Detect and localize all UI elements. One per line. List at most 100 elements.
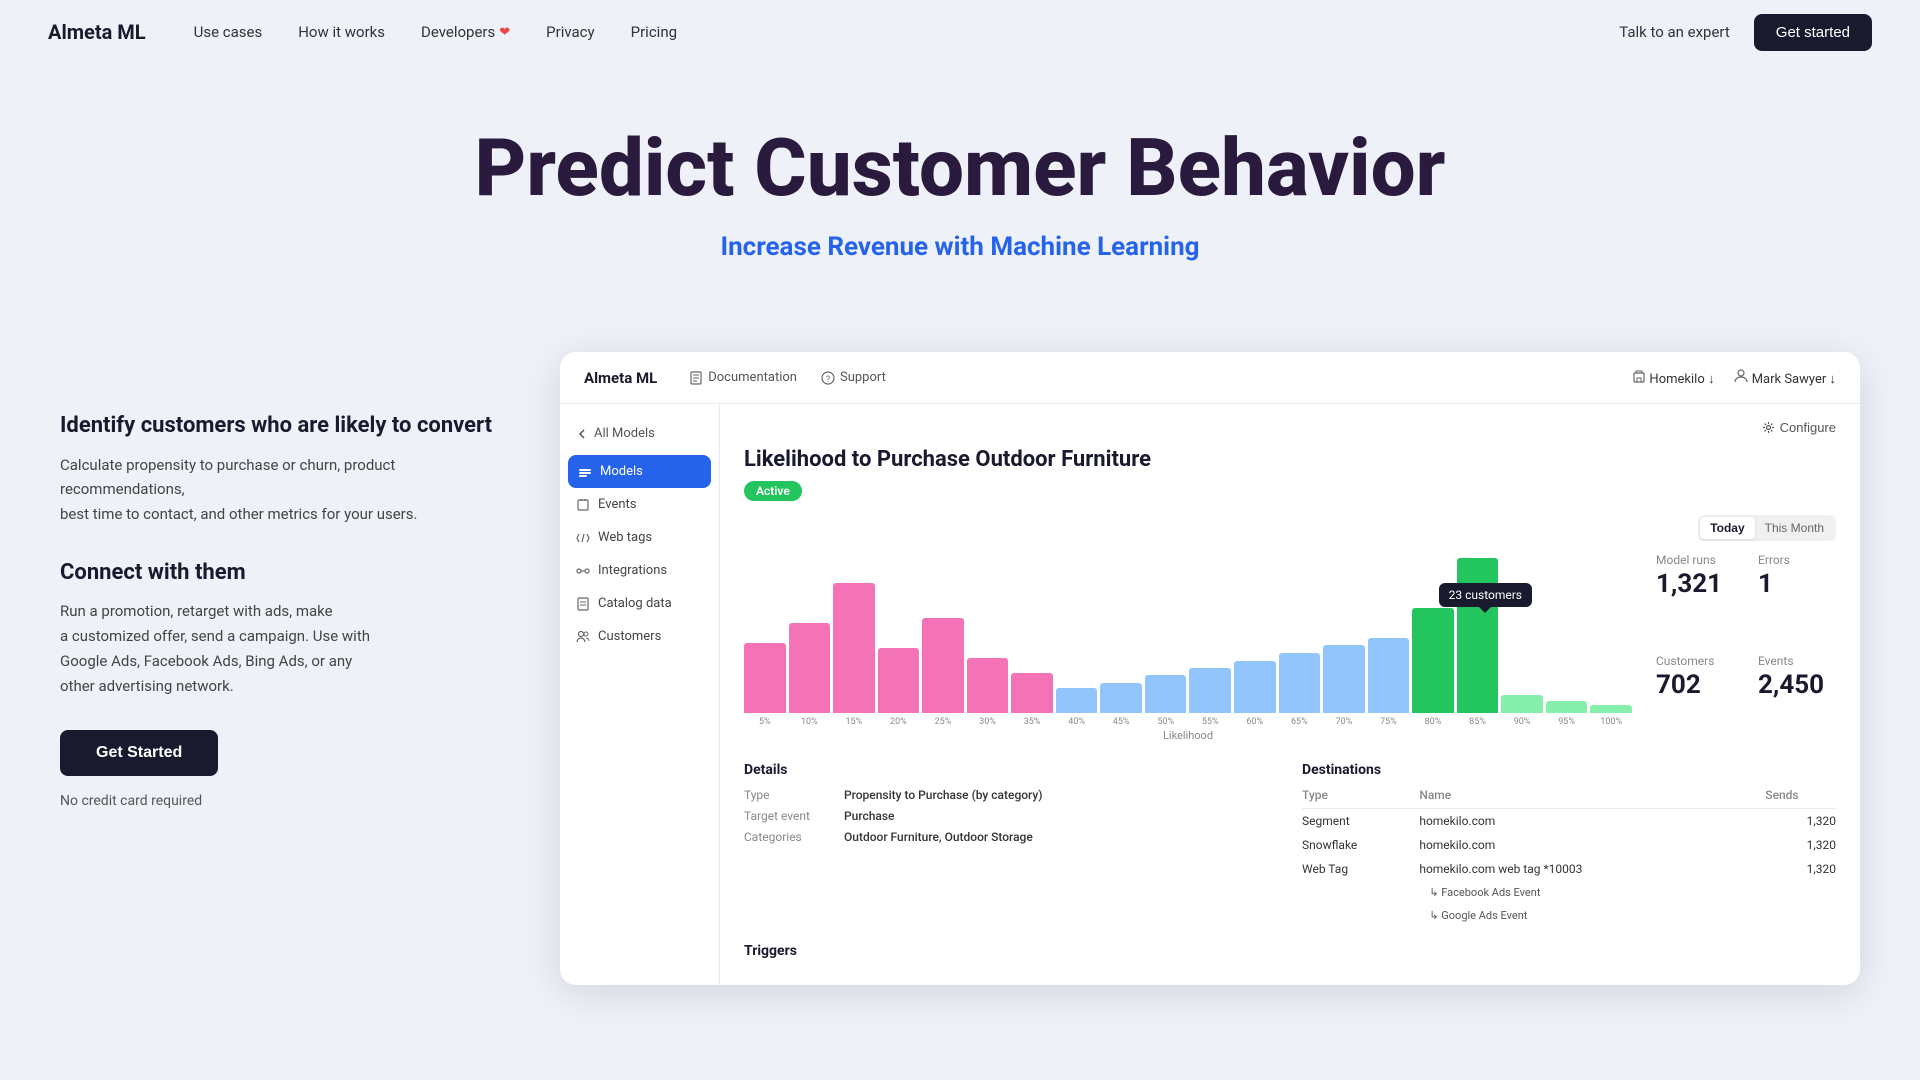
destinations-section: Destinations TypeNameSends Segmenthomeki…: [1302, 762, 1836, 927]
x-label: 80%: [1412, 717, 1454, 727]
nav-link-pricing[interactable]: Pricing: [631, 23, 677, 41]
support-icon: ?: [821, 371, 835, 385]
catalog-icon: [576, 597, 590, 611]
get-started-button[interactable]: Get Started: [60, 730, 218, 776]
stat-value: 702: [1656, 670, 1734, 700]
detail-key: Target event: [744, 809, 844, 823]
x-axis-title: Likelihood: [744, 729, 1632, 742]
nav-get-started-button[interactable]: Get started: [1754, 14, 1872, 51]
bar-light-green: [1546, 701, 1588, 713]
bar-blue: [1056, 688, 1098, 713]
destinations-heading: Destinations: [1302, 762, 1836, 778]
back-to-models[interactable]: All Models: [560, 420, 719, 455]
triggers-heading: Triggers: [744, 943, 1836, 959]
bar-blue: [1145, 675, 1187, 713]
dest-name: homekilo.com: [1419, 833, 1765, 857]
configure-button[interactable]: Configure: [1762, 420, 1836, 435]
x-label: 90%: [1501, 717, 1543, 727]
details-rows: TypePropensity to Purchase (by category)…: [744, 788, 1278, 844]
dest-type: Segment: [1302, 809, 1419, 834]
x-label: 35%: [1011, 717, 1053, 727]
bar-pink: [922, 618, 964, 713]
x-label: 75%: [1368, 717, 1410, 727]
nav-link-developers[interactable]: Developers ❤: [421, 23, 510, 41]
bar-blue: [1323, 645, 1365, 713]
details-heading: Details: [744, 762, 1278, 778]
app-nav-support[interactable]: ? Support: [821, 370, 886, 385]
app-nav-documentation[interactable]: Documentation: [689, 370, 797, 385]
table-row: Web Taghomekilo.com web tag *100031,320: [1302, 857, 1836, 881]
sidebar-item-web-tags[interactable]: Web tags: [560, 521, 719, 554]
nav-logo: Almeta ML: [48, 20, 146, 44]
app-nav-right: Homekilo ↓ Mark Sawyer ↓: [1632, 369, 1836, 387]
nav-link-use-cases[interactable]: Use cases: [194, 23, 263, 41]
chart-stats-section: 23 customers 5%10%15%20%25%30%35%40%45%5…: [744, 553, 1836, 742]
x-label: 55%: [1189, 717, 1231, 727]
sidebar-item-models[interactable]: Models: [568, 455, 711, 488]
x-label: 70%: [1323, 717, 1365, 727]
app-mockup: Almeta ML Documentation ? Support Homeki…: [560, 352, 1860, 985]
x-label: 85%: [1457, 717, 1499, 727]
stats-grid: Model runs 1,321 Errors1 Customers 702 Events…: [1656, 553, 1836, 742]
app-main-content: Configure Likelihood to Purchase Outdoor…: [720, 404, 1860, 985]
customers-icon: [576, 630, 590, 644]
bar-green: [1457, 558, 1499, 713]
navbar: Almeta ML Use cases How it works Develop…: [0, 0, 1920, 64]
homekilo-selector[interactable]: Homekilo ↓: [1632, 369, 1714, 387]
x-label: 5%: [744, 717, 786, 727]
dest-sends: 1,320: [1765, 809, 1836, 834]
detail-key: Categories: [744, 830, 844, 844]
x-label: 95%: [1546, 717, 1588, 727]
time-month-button[interactable]: This Month: [1755, 517, 1834, 539]
details-section: Details TypePropensity to Purchase (by c…: [744, 762, 1278, 927]
table-row: Segmenthomekilo.com1,320: [1302, 809, 1836, 834]
x-label: 20%: [878, 717, 920, 727]
bar-blue: [1100, 683, 1142, 713]
bar-blue: [1234, 661, 1276, 713]
bar-blue: [1368, 638, 1410, 713]
hero-section: Predict Customer Behavior Increase Reven…: [0, 64, 1920, 352]
table-row: ↳ Google Ads Event: [1302, 904, 1836, 927]
destinations-col-header: Name: [1419, 788, 1765, 809]
bar-light-green: [1590, 705, 1632, 713]
left-panel: Identify customers who are likely to con…: [60, 352, 520, 809]
dest-name: homekilo.com: [1419, 809, 1765, 834]
x-label: 10%: [789, 717, 831, 727]
user-selector[interactable]: Mark Sawyer ↓: [1734, 369, 1836, 387]
nav-link-privacy[interactable]: Privacy: [546, 23, 594, 41]
sidebar-item-events[interactable]: Events: [560, 488, 719, 521]
sidebar-item-customers[interactable]: Customers: [560, 620, 719, 653]
detail-value: Purchase: [844, 809, 894, 823]
talk-to-expert-link[interactable]: Talk to an expert: [1619, 23, 1730, 41]
bar-pink: [878, 648, 920, 713]
x-label: 50%: [1145, 717, 1187, 727]
stat-value: 1,321: [1656, 569, 1734, 599]
bar-chart-container: 23 customers 5%10%15%20%25%30%35%40%45%5…: [744, 553, 1632, 742]
stat-item: Errors1: [1758, 553, 1836, 642]
dest-sub-name: ↳ Facebook Ads Event: [1419, 881, 1765, 904]
stat-label: Model runs: [1656, 553, 1734, 567]
gear-icon: [1762, 421, 1775, 434]
back-arrow-icon: [576, 428, 588, 440]
svg-text:?: ?: [826, 375, 830, 385]
stat-item: Model runs 1,321: [1656, 553, 1734, 642]
detail-row: Target eventPurchase: [744, 809, 1278, 823]
sidebar-item-integrations[interactable]: Integrations: [560, 554, 719, 587]
detail-value: Outdoor Furniture, Outdoor Storage: [844, 830, 1033, 844]
model-title: Likelihood to Purchase Outdoor Furniture: [744, 447, 1836, 472]
stat-label: Customers: [1656, 654, 1734, 668]
dest-type: Snowflake: [1302, 833, 1419, 857]
destinations-table-header: TypeNameSends: [1302, 788, 1836, 809]
bar-pink: [967, 658, 1009, 713]
time-today-button[interactable]: Today: [1700, 517, 1754, 539]
bar-chart: [744, 553, 1632, 713]
sidebar-item-catalog-data[interactable]: Catalog data: [560, 587, 719, 620]
dest-sends: 1,320: [1765, 833, 1836, 857]
dest-sends: 1,320: [1765, 857, 1836, 881]
nav-link-how-it-works[interactable]: How it works: [298, 23, 385, 41]
app-sidebar: All Models Models Events Web tags Integr…: [560, 404, 720, 985]
chart-section-wrapper: Today This Month 23 customers 5%10%15%20…: [744, 515, 1836, 762]
stat-label: Events: [1758, 654, 1836, 668]
nav-right: Talk to an expert Get started: [1619, 14, 1872, 51]
no-credit-text: No credit card required: [60, 793, 202, 809]
